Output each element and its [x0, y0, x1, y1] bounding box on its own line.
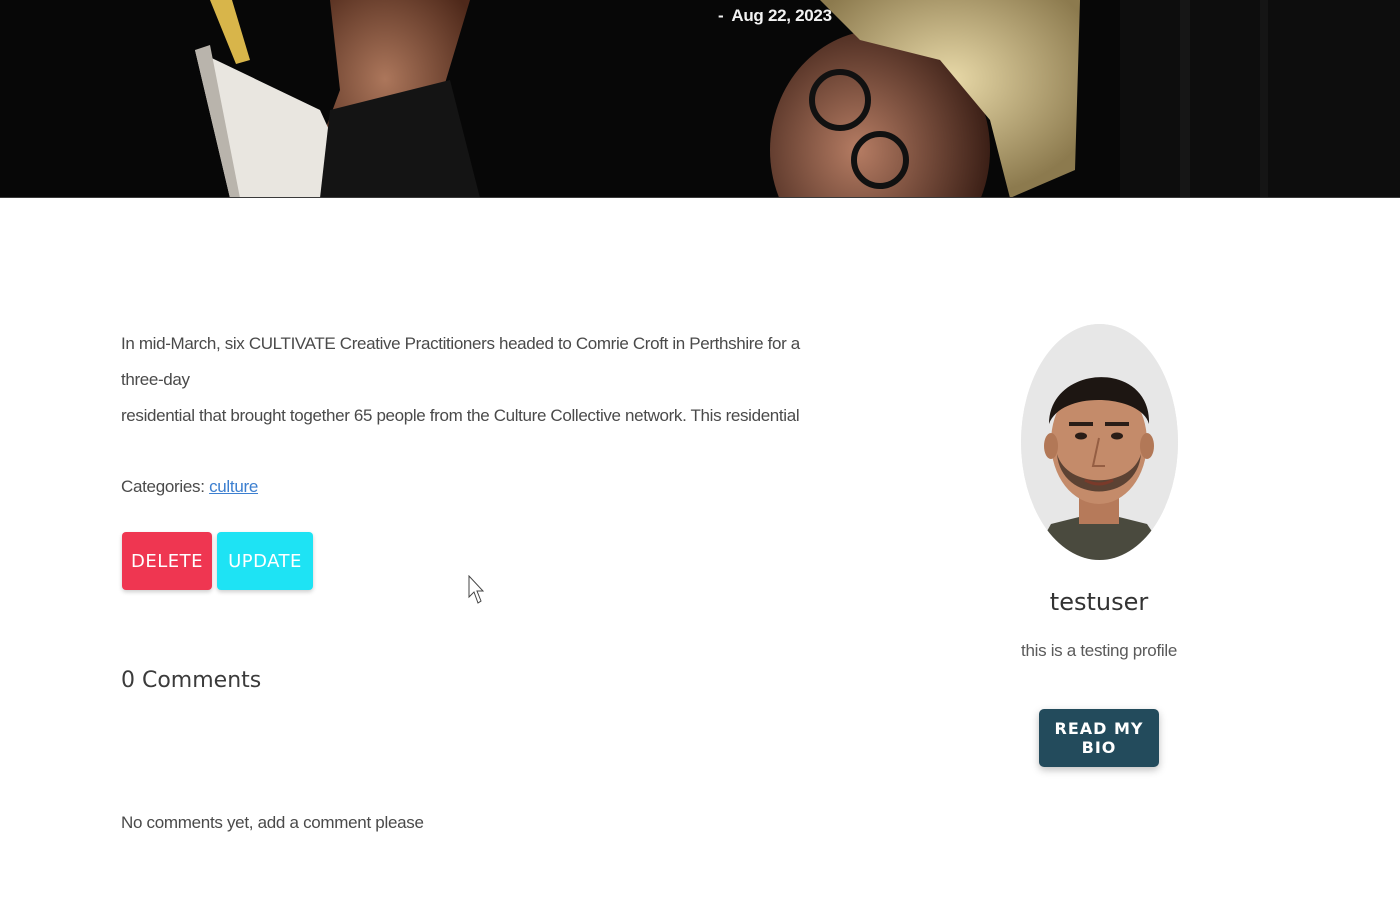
delete-button[interactable]: DELETE: [122, 532, 212, 590]
comments-count-heading: 0 Comments: [121, 668, 262, 693]
categories-label: Categories:: [121, 477, 205, 496]
mouse-cursor-icon: [468, 575, 484, 604]
category-link-culture[interactable]: culture: [209, 477, 258, 496]
author-name: testuser: [1049, 588, 1149, 616]
date-separator: -: [718, 6, 724, 25]
read-bio-button[interactable]: READ MY BIO: [1039, 709, 1159, 767]
excerpt-line-2: residential that brought together 65 peo…: [121, 406, 800, 425]
avatar-image: [1021, 324, 1178, 560]
date-text: Aug 22, 2023: [731, 6, 832, 25]
no-comments-message: No comments yet, add a comment please: [121, 813, 424, 832]
update-button[interactable]: UPDATE: [217, 532, 313, 590]
author-tagline: this is a testing profile: [1021, 641, 1177, 660]
hero-image: [0, 0, 1400, 197]
post-categories: Categories: culture: [121, 477, 258, 497]
author-avatar: [1021, 324, 1178, 560]
hero-banner: - Aug 22, 2023: [0, 0, 1400, 198]
post-excerpt: In mid-March, six CULTIVATE Creative Pra…: [121, 326, 841, 434]
excerpt-line-1: In mid-March, six CULTIVATE Creative Pra…: [121, 334, 800, 389]
post-date: - Aug 22, 2023: [718, 6, 832, 26]
